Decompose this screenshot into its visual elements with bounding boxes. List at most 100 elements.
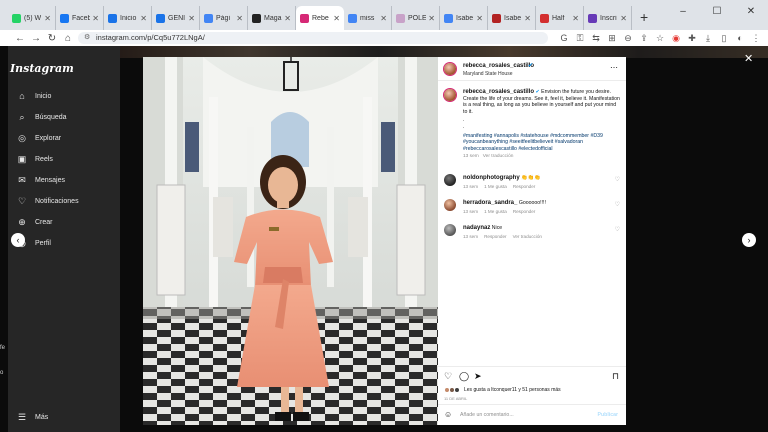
emoji-icon[interactable]: ☺ bbox=[444, 410, 452, 419]
zoom-icon[interactable]: ⊖ bbox=[620, 33, 636, 44]
comment-author[interactable]: noldonphotography bbox=[463, 175, 520, 181]
download-icon[interactable]: ⤓ bbox=[700, 33, 716, 44]
tab-close-icon[interactable]: ✕ bbox=[620, 14, 627, 23]
menu-dots-icon[interactable]: ⋮ bbox=[748, 33, 764, 44]
maximize-icon[interactable]: ☐ bbox=[700, 0, 734, 24]
browser-tab[interactable]: Half ✕ bbox=[536, 6, 584, 30]
caption-author[interactable]: rebecca_rosales_castillo bbox=[463, 89, 534, 95]
opera-icon[interactable]: ◉ bbox=[668, 33, 684, 44]
extensions-icon[interactable]: ✚ bbox=[684, 33, 700, 44]
browser-tab[interactable]: GENI ✕ bbox=[152, 6, 200, 30]
sidepanel-icon[interactable]: ▯ bbox=[716, 33, 732, 44]
see-translation-link[interactable]: Ver traducción bbox=[483, 154, 514, 159]
avatar[interactable] bbox=[444, 63, 456, 75]
browser-tab[interactable]: Inscri ✕ bbox=[584, 6, 632, 30]
browser-tab[interactable]: miss ✕ bbox=[344, 6, 392, 30]
comment-icon[interactable]: ◯ bbox=[459, 371, 469, 382]
comment-like-heart-icon[interactable]: ♡ bbox=[615, 201, 620, 208]
browser-tab[interactable]: (5) W ✕ bbox=[8, 6, 56, 30]
share-send-icon[interactable]: ➤ bbox=[474, 371, 482, 382]
back-icon[interactable]: ← bbox=[12, 33, 28, 44]
browser-tab[interactable]: Isabe ✕ bbox=[440, 6, 488, 30]
browser-tab[interactable]: Inicio ✕ bbox=[104, 6, 152, 30]
minimize-icon[interactable]: – bbox=[666, 0, 700, 24]
tab-close-icon[interactable]: ✕ bbox=[140, 14, 147, 23]
tab-close-icon[interactable]: ✕ bbox=[380, 14, 387, 23]
tab-close-icon[interactable]: ✕ bbox=[524, 14, 531, 23]
tab-close-icon[interactable]: ✕ bbox=[333, 14, 340, 23]
likes-summary[interactable]: Les gusta a ltconquer11 y 51 personas má… bbox=[444, 387, 561, 393]
forward-icon[interactable]: → bbox=[28, 33, 44, 44]
tab-title: POLE bbox=[408, 14, 427, 22]
like-heart-icon[interactable]: ♡ bbox=[444, 371, 452, 382]
close-window-icon[interactable]: ✕ bbox=[734, 0, 768, 24]
reply-link[interactable]: Responder bbox=[513, 184, 535, 189]
sidebar-item-4[interactable]: ✉ Mensajes bbox=[17, 173, 65, 187]
avatar[interactable] bbox=[444, 174, 456, 186]
tab-close-icon[interactable]: ✕ bbox=[428, 14, 435, 23]
tab-close-icon[interactable]: ✕ bbox=[572, 14, 579, 23]
caption-hashtags[interactable]: #manifesting #annapolis #statehouse #mdc… bbox=[463, 133, 621, 153]
key-icon[interactable]: ⚿ bbox=[572, 33, 588, 44]
address-bar[interactable]: ⚙ instagram.com/p/Cq5u772LNgA/ bbox=[78, 32, 548, 44]
translate-icon[interactable]: ⇆ bbox=[588, 33, 604, 44]
tab-close-icon[interactable]: ✕ bbox=[44, 14, 51, 23]
comment-input[interactable]: Añade un comentario... bbox=[460, 412, 514, 418]
reply-link[interactable]: Responder bbox=[513, 209, 535, 214]
comment-like-heart-icon[interactable]: ♡ bbox=[615, 226, 620, 233]
browser-tab[interactable]: Maga ✕ bbox=[248, 6, 296, 30]
close-modal-icon[interactable]: ✕ bbox=[744, 52, 753, 65]
browser-tab[interactable]: Rebe ✕ bbox=[296, 6, 344, 30]
tab-close-icon[interactable]: ✕ bbox=[284, 14, 291, 23]
tab-favicon-icon bbox=[588, 13, 597, 23]
save-bookmark-icon[interactable]: ⊓ bbox=[612, 371, 619, 382]
new-tab-icon[interactable]: + bbox=[632, 6, 656, 30]
plus-icon: ⊕ bbox=[18, 216, 26, 227]
share-icon[interactable]: ⇪ bbox=[636, 33, 652, 44]
sidebar-item-3[interactable]: ▣ Reels bbox=[17, 152, 53, 166]
comment-author[interactable]: nadaynaz bbox=[463, 225, 490, 231]
reload-icon[interactable]: ↻ bbox=[44, 33, 60, 44]
avatar[interactable] bbox=[444, 224, 456, 236]
browser-tab[interactable]: POLE ✕ bbox=[392, 6, 440, 30]
browser-tab[interactable]: Isabe ✕ bbox=[488, 6, 536, 30]
see-translation-link[interactable]: Ver traducción bbox=[513, 234, 542, 239]
bookmark-star-icon[interactable]: ☆ bbox=[652, 33, 668, 44]
reply-link[interactable]: Responder bbox=[484, 234, 506, 239]
comment-likes[interactable]: 1 Me gusta bbox=[484, 209, 507, 214]
comment-like-heart-icon[interactable]: ♡ bbox=[615, 176, 620, 183]
avatar[interactable] bbox=[444, 199, 456, 211]
sidebar-item-1[interactable]: ⌕ Búsqueda bbox=[17, 110, 66, 124]
comment-author[interactable]: herradora_sandra_ bbox=[463, 200, 517, 206]
tab-close-icon[interactable]: ✕ bbox=[92, 14, 99, 23]
tab-title: Isabe bbox=[456, 14, 474, 22]
more-options-icon[interactable]: ⋯ bbox=[610, 63, 618, 72]
sidebar-item-2[interactable]: ◎ Explorar bbox=[17, 131, 61, 145]
instagram-logo[interactable]: Instagram bbox=[10, 62, 74, 75]
sidebar-item-label: Mensajes bbox=[35, 176, 65, 184]
site-info-icon[interactable]: ⚙ bbox=[84, 32, 90, 44]
home-icon-browser[interactable]: ⌂ bbox=[60, 33, 76, 44]
browser-tab[interactable]: Faceb ✕ bbox=[56, 6, 104, 30]
comment-likes[interactable]: 1 Me gusta bbox=[484, 184, 507, 189]
post-author[interactable]: rebecca_rosales_castillo bbox=[463, 63, 534, 69]
install-icon[interactable]: ⊞ bbox=[604, 33, 620, 44]
chrome-icon[interactable]: ◐ bbox=[732, 33, 748, 43]
sidebar-item-5[interactable]: ♡ Notificaciones bbox=[17, 194, 79, 208]
sidebar-item-6[interactable]: ⊕ Crear bbox=[17, 215, 52, 229]
publish-button[interactable]: Publicar bbox=[598, 412, 618, 418]
next-post-icon[interactable]: › bbox=[742, 233, 756, 247]
post-location[interactable]: Maryland State House bbox=[463, 71, 512, 77]
tab-close-icon[interactable]: ✕ bbox=[476, 14, 483, 23]
tab-close-icon[interactable]: ✕ bbox=[188, 14, 195, 23]
sidebar-item-more[interactable]: ☰ Más bbox=[17, 410, 48, 424]
post-date: 11 DE ABRIL bbox=[444, 396, 468, 401]
google-icon[interactable]: G bbox=[556, 33, 572, 43]
sidebar-item-0[interactable]: ⌂ Inicio bbox=[17, 89, 51, 103]
previous-post-icon[interactable]: ‹ bbox=[11, 233, 25, 247]
home-icon: ⌂ bbox=[19, 91, 25, 101]
tab-close-icon[interactable]: ✕ bbox=[236, 14, 243, 23]
post-photo[interactable] bbox=[143, 57, 438, 425]
browser-tab[interactable]: Pági ✕ bbox=[200, 6, 248, 30]
avatar[interactable] bbox=[444, 89, 456, 101]
